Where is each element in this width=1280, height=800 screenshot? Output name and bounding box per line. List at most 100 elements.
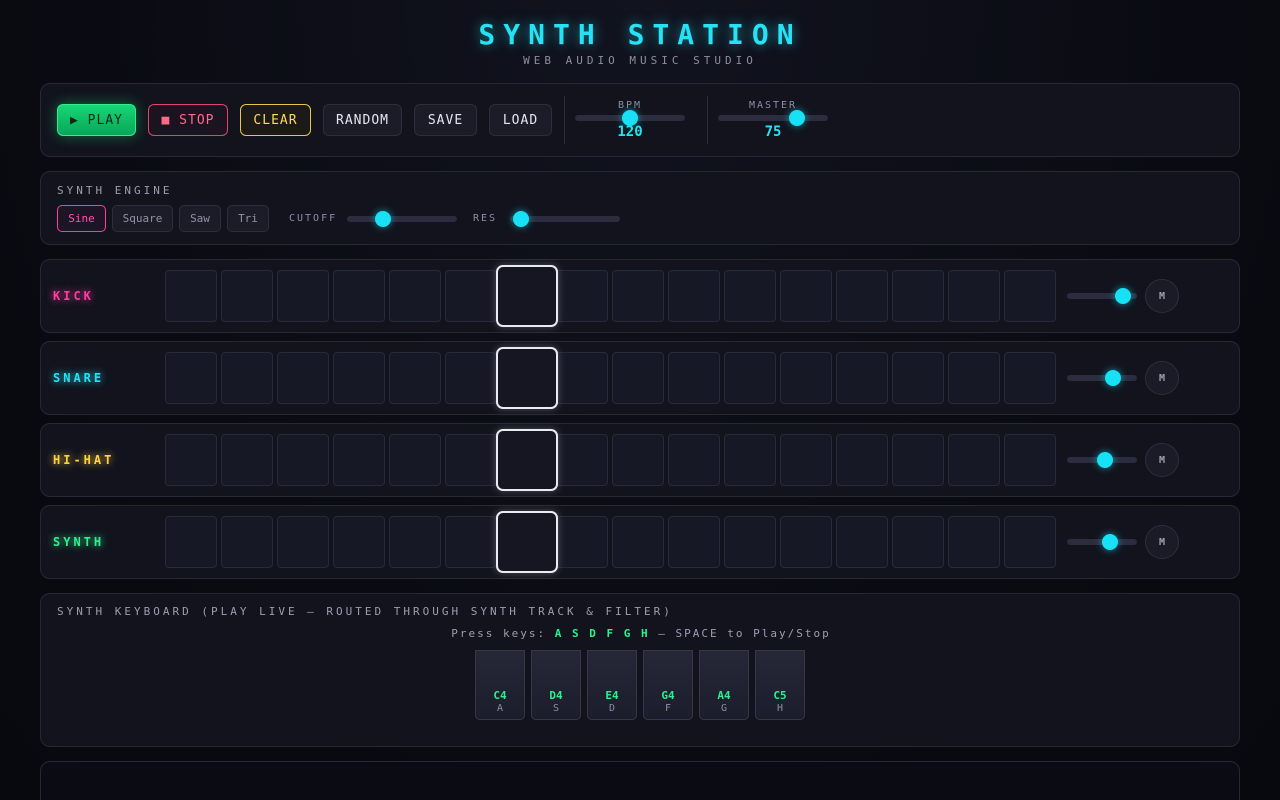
- step-cell[interactable]: [779, 270, 832, 322]
- step-cell[interactable]: [891, 270, 944, 322]
- mute-button[interactable]: M: [1145, 361, 1179, 395]
- piano-key-a4[interactable]: A4 G: [699, 650, 749, 720]
- step-cell[interactable]: [891, 434, 944, 486]
- piano-key-c4[interactable]: C4 A: [475, 650, 525, 720]
- step-cell[interactable]: [165, 434, 217, 486]
- step-cell[interactable]: [724, 516, 776, 568]
- step-cell[interactable]: [556, 270, 609, 322]
- res-slider[interactable]: [510, 211, 620, 227]
- step-cell[interactable]: [1003, 352, 1056, 404]
- step-cell[interactable]: [496, 347, 559, 409]
- step-cell[interactable]: [724, 434, 776, 486]
- step-cell[interactable]: [165, 516, 217, 568]
- step-cell[interactable]: [947, 434, 1000, 486]
- step-cell[interactable]: [220, 270, 273, 322]
- load-button[interactable]: LOAD: [489, 104, 552, 136]
- step-cell[interactable]: [556, 352, 609, 404]
- step-cell[interactable]: [947, 516, 1000, 568]
- res-slider-thumb[interactable]: [513, 211, 529, 227]
- step-cell[interactable]: [947, 270, 1000, 322]
- step-cell[interactable]: [835, 352, 888, 404]
- step-cell[interactable]: [220, 516, 273, 568]
- step-cell[interactable]: [779, 352, 832, 404]
- step-cell[interactable]: [496, 511, 559, 573]
- step-cell[interactable]: [612, 434, 665, 486]
- wave-sine-button[interactable]: Sine: [57, 205, 106, 232]
- track-volume-slider[interactable]: [1067, 534, 1137, 550]
- piano-key-d4[interactable]: D4 S: [531, 650, 581, 720]
- step-cell[interactable]: [1003, 270, 1056, 322]
- mute-button[interactable]: M: [1145, 279, 1179, 313]
- step-cell[interactable]: [332, 270, 385, 322]
- track-volume-slider[interactable]: [1067, 452, 1137, 468]
- step-cell[interactable]: [388, 352, 441, 404]
- wave-saw-button[interactable]: Saw: [179, 205, 221, 232]
- step-cell[interactable]: [668, 352, 721, 404]
- step-cell[interactable]: [332, 352, 385, 404]
- step-cell[interactable]: [612, 352, 665, 404]
- step-cell[interactable]: [724, 270, 776, 322]
- step-cell[interactable]: [947, 352, 1000, 404]
- save-button[interactable]: SAVE: [414, 104, 477, 136]
- step-cell[interactable]: [165, 352, 217, 404]
- mute-button[interactable]: M: [1145, 443, 1179, 477]
- piano-key-g4[interactable]: G4 F: [643, 650, 693, 720]
- step-cell[interactable]: [612, 516, 665, 568]
- step-cell[interactable]: [332, 434, 385, 486]
- step-cell[interactable]: [668, 434, 721, 486]
- random-button[interactable]: RANDOM: [323, 104, 402, 136]
- step-cell[interactable]: [444, 516, 497, 568]
- step-cell[interactable]: [276, 434, 329, 486]
- step-cell[interactable]: [444, 352, 497, 404]
- step-cell[interactable]: [891, 352, 944, 404]
- transport-divider: [564, 96, 565, 144]
- step-cell[interactable]: [388, 434, 441, 486]
- wave-square-button[interactable]: Square: [112, 205, 173, 232]
- step-cell[interactable]: [1003, 516, 1056, 568]
- step-cell[interactable]: [496, 429, 559, 491]
- track-volume-thumb[interactable]: [1115, 288, 1131, 304]
- mute-button[interactable]: M: [1145, 525, 1179, 559]
- step-cell[interactable]: [556, 516, 609, 568]
- step-cell[interactable]: [835, 434, 888, 486]
- step-cell[interactable]: [724, 352, 776, 404]
- piano-key-c5[interactable]: C5 H: [755, 650, 805, 720]
- track-volume-thumb[interactable]: [1105, 370, 1122, 386]
- step-cell[interactable]: [835, 270, 888, 322]
- bpm-slider[interactable]: [575, 110, 685, 126]
- cutoff-slider[interactable]: [347, 211, 457, 227]
- step-cell[interactable]: [276, 352, 329, 404]
- step-cell[interactable]: [668, 270, 721, 322]
- step-cell[interactable]: [779, 434, 832, 486]
- track-volume-slider[interactable]: [1067, 288, 1137, 304]
- transport-panel: ▶ PLAY ■ STOP CLEAR RANDOM SAVE LOAD BPM…: [40, 83, 1240, 157]
- step-cell[interactable]: [276, 270, 329, 322]
- step-cell[interactable]: [668, 516, 721, 568]
- step-cell[interactable]: [444, 270, 497, 322]
- step-cell[interactable]: [220, 352, 273, 404]
- wave-tri-button[interactable]: Tri: [227, 205, 269, 232]
- step-cell[interactable]: [779, 516, 832, 568]
- stop-button[interactable]: ■ STOP: [148, 104, 228, 136]
- piano-key-e4[interactable]: E4 D: [587, 650, 637, 720]
- step-cell[interactable]: [556, 434, 609, 486]
- step-cell[interactable]: [496, 265, 559, 327]
- step-cell[interactable]: [276, 516, 329, 568]
- cutoff-slider-thumb[interactable]: [375, 211, 392, 227]
- step-cell[interactable]: [1003, 434, 1056, 486]
- step-cell[interactable]: [891, 516, 944, 568]
- step-cell[interactable]: [388, 270, 441, 322]
- step-cell[interactable]: [220, 434, 273, 486]
- step-cell[interactable]: [444, 434, 497, 486]
- step-cell[interactable]: [332, 516, 385, 568]
- track-volume-thumb[interactable]: [1096, 452, 1113, 468]
- clear-button[interactable]: CLEAR: [240, 104, 311, 136]
- step-cell[interactable]: [388, 516, 441, 568]
- step-cell[interactable]: [165, 270, 217, 322]
- master-volume-slider[interactable]: [718, 110, 828, 126]
- step-cell[interactable]: [612, 270, 665, 322]
- step-cell[interactable]: [835, 516, 888, 568]
- track-volume-slider[interactable]: [1067, 370, 1137, 386]
- track-volume-thumb[interactable]: [1101, 534, 1118, 550]
- play-button[interactable]: ▶ PLAY: [57, 104, 136, 136]
